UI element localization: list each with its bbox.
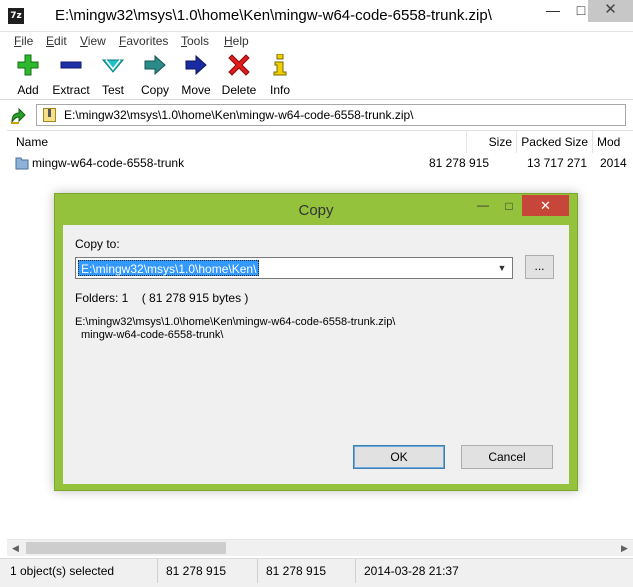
destination-value[interactable]: E:\mingw32\msys\1.0\home\Ken\ [78,260,260,276]
zip-file-icon [43,108,56,122]
up-folder-icon[interactable] [9,106,27,124]
address-path: E:\mingw32\msys\1.0\home\Ken\mingw-w64-c… [64,108,414,122]
app-icon: 7z [8,8,24,24]
status-size: 81 278 915 [158,559,258,583]
window-title: E:\mingw32\msys\1.0\home\Ken\mingw-w64-c… [55,7,492,24]
scroll-thumb[interactable] [26,542,226,554]
dialog-close-button[interactable]: ✕ [522,195,569,216]
close-button[interactable]: ✕ [588,0,633,22]
source-path-line-2: mingw-w64-code-6558-trunk\ [81,329,224,341]
plus-icon [17,54,39,76]
minus-icon [60,61,82,69]
ok-button[interactable]: OK [353,445,445,469]
move-arrow-icon [185,54,207,76]
column-size[interactable]: Size [467,131,517,153]
copy-to-label: Copy to: [75,237,120,251]
status-bar: 1 object(s) selected 81 278 915 81 278 9… [0,558,633,587]
info-button[interactable]: Info [268,54,292,98]
item-size: 81 278 915 [428,156,489,170]
menu-edit[interactable]: Edit [46,34,67,48]
info-icon [273,54,287,76]
toolbar: Add Extract Test Copy Move Delete Info [0,50,633,100]
test-button[interactable]: Test [99,54,127,98]
folder-icon [15,157,29,170]
check-icon [102,59,124,73]
copy-dialog: Copy — □ ✕ Copy to: E:\mingw32\msys\1.0\… [54,193,578,491]
menu-help[interactable]: Help [224,34,249,48]
menu-file[interactable]: File [14,34,33,48]
chevron-down-icon[interactable]: ▼ [494,259,510,277]
column-modified[interactable]: Mod [593,131,633,153]
minimize-button[interactable]: — [538,0,568,22]
extract-button[interactable]: Extract [52,54,90,98]
dialog-maximize-button[interactable]: □ [496,196,522,216]
address-bar: E:\mingw32\msys\1.0\home\Ken\mingw-w64-c… [0,101,633,129]
item-name: mingw-w64-code-6558-trunk [32,156,185,170]
horizontal-scrollbar[interactable]: ◀ ▶ [7,539,633,556]
menu-bar: File Edit View Favorites Tools Help [0,32,633,50]
address-field[interactable]: E:\mingw32\msys\1.0\home\Ken\mingw-w64-c… [36,104,626,126]
copy-button[interactable]: Copy [140,54,170,98]
status-packed: 81 278 915 [258,559,356,583]
menu-tools[interactable]: Tools [181,34,209,48]
delete-button[interactable]: Delete [221,54,257,98]
dialog-body: Copy to: E:\mingw32\msys\1.0\home\Ken\ ▼… [63,225,569,484]
add-button[interactable]: Add [13,54,43,98]
folders-info: Folders: 1 ( 81 278 915 bytes ) [75,291,249,305]
scroll-left-arrow-icon[interactable]: ◀ [7,540,24,557]
list-item[interactable]: mingw-w64-code-6558-trunk 81 278 915 13 … [7,153,633,173]
copy-arrow-icon [144,54,166,76]
browse-button[interactable]: ... [525,255,554,279]
title-bar: 7z E:\mingw32\msys\1.0\home\Ken\mingw-w6… [0,0,633,32]
status-modified: 2014-03-28 21:37 [364,564,459,578]
destination-combobox[interactable]: E:\mingw32\msys\1.0\home\Ken\ ▼ [75,257,513,279]
delete-x-icon [228,54,250,76]
menu-view[interactable]: View [80,34,106,48]
item-modified: 2014 [600,156,627,170]
cancel-button[interactable]: Cancel [461,445,553,469]
dialog-minimize-button[interactable]: — [470,196,496,216]
scroll-right-arrow-icon[interactable]: ▶ [616,540,633,557]
item-packed-size: 13 717 271 [526,156,587,170]
move-button[interactable]: Move [181,54,211,98]
column-name[interactable]: Name [7,131,467,153]
status-selected: 1 object(s) selected [0,559,158,583]
column-packed-size[interactable]: Packed Size [517,131,593,153]
menu-favorites[interactable]: Favorites [119,34,168,48]
source-path-line-1: E:\mingw32\msys\1.0\home\Ken\mingw-w64-c… [75,316,396,328]
